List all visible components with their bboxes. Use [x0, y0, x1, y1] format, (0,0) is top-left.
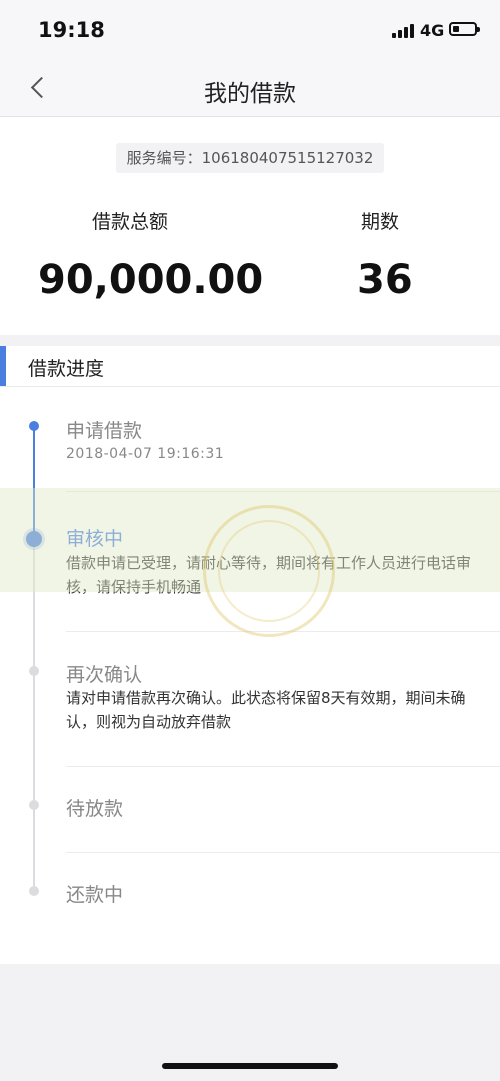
term-count-value: 36: [357, 257, 413, 303]
home-indicator: [162, 1063, 338, 1069]
step-title: 待放款: [66, 798, 124, 820]
service-number-badge: 服务编号：106180407515127032: [116, 143, 384, 173]
status-time: 19:18: [38, 18, 105, 42]
page-title: 我的借款: [204, 81, 296, 107]
nav-bar: 我的借款: [0, 60, 500, 117]
total-amount-label: 借款总额: [92, 211, 169, 233]
step-title-active: 审核中: [66, 528, 124, 550]
timeline-dot-pending: [29, 800, 39, 810]
section-header: 借款进度: [0, 346, 500, 387]
step-time: 2018-04-07 19:16:31: [66, 446, 225, 462]
service-number-label: 服务编号：: [126, 149, 202, 167]
step-title: 申请借款: [66, 420, 143, 442]
step-description: 借款申请已受理，请耐心等待，期间将有工作人员进行电话审核，请保持手机畅通: [66, 554, 472, 596]
timeline-dot-done: [29, 421, 39, 431]
divider: [66, 852, 500, 853]
battery-icon: [449, 22, 480, 36]
term-count-label: 期数: [361, 211, 400, 233]
service-number-value: 106180407515127032: [201, 149, 374, 167]
section-title: 借款进度: [28, 358, 105, 380]
loan-summary-card: 服务编号：106180407515127032 借款总额 期数 90,000.0…: [0, 117, 500, 335]
step-title: 再次确认: [66, 664, 143, 686]
section-accent-bar: [0, 346, 6, 386]
timeline-line-pending: [33, 538, 35, 890]
divider: [66, 766, 500, 767]
signal-icon: [392, 24, 416, 38]
timeline-dot-pending: [29, 886, 39, 896]
timeline-line-done: [33, 426, 35, 538]
timeline-dot-active: [26, 531, 42, 547]
status-bar: 19:18 4G: [0, 0, 500, 60]
divider: [66, 631, 500, 632]
total-amount-value: 90,000.00: [38, 257, 264, 303]
step-description: 请对申请借款再次确认。此状态将保留8天有效期，期间未确认，则视为自动放弃借款: [66, 689, 466, 731]
loan-progress-section: 借款进度 申请借款 2018-04-07 19:16:31 审核中 借款申请已受…: [0, 346, 500, 964]
step-title: 还款中: [66, 884, 124, 906]
timeline-dot-pending: [29, 666, 39, 676]
network-type: 4G: [420, 21, 445, 40]
divider: [66, 491, 500, 492]
